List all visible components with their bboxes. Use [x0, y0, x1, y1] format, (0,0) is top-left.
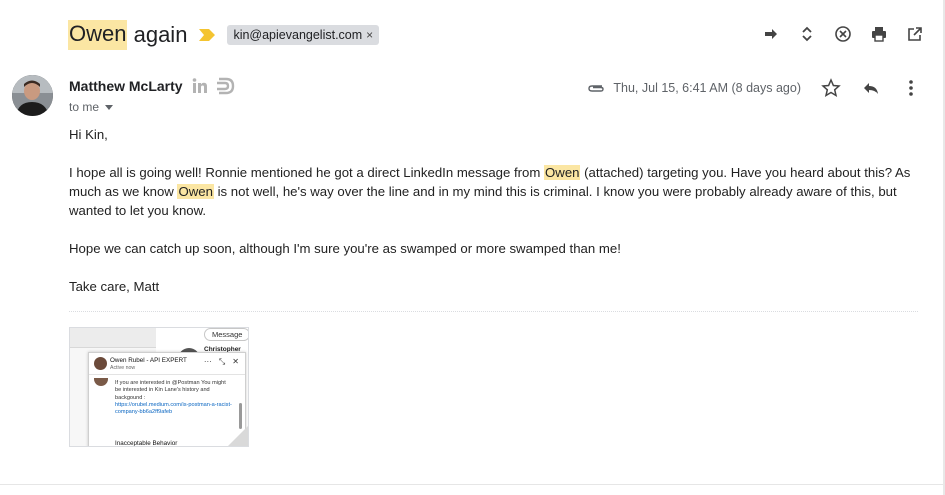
screenshot-chat-avatar	[94, 357, 107, 370]
screenshot-chat-avatar-small	[94, 378, 108, 386]
bottom-divider	[0, 484, 945, 485]
screenshot-message-button: Message	[204, 328, 248, 341]
recipient-text: to me	[69, 100, 100, 114]
label-remove-icon[interactable]: ×	[366, 28, 373, 42]
message-actions	[821, 78, 921, 98]
cancel-icon[interactable]	[833, 24, 853, 44]
screenshot-chat-status: Active now	[110, 365, 136, 371]
screenshot-chat-text: If you are interested in @Postman You mi…	[115, 380, 226, 401]
search-highlight: Owen	[544, 165, 581, 180]
attachment-icon	[588, 85, 605, 92]
star-icon[interactable]	[821, 78, 841, 98]
streak-icon[interactable]	[215, 77, 235, 95]
body-paragraph-2: Hope we can catch up soon, although I'm …	[69, 241, 621, 256]
more-options-icon[interactable]	[901, 78, 921, 98]
subject-row: Owen again kin@apievangelist.com ×	[68, 18, 380, 52]
search-highlight: Owen	[177, 184, 214, 199]
sender-row: Matthew McLarty	[69, 77, 235, 95]
sender-addon-icons	[191, 77, 235, 95]
label-chip-text: kin@apievangelist.com	[233, 28, 363, 42]
forward-all-icon[interactable]	[761, 24, 781, 44]
expand-collapse-icon[interactable]	[797, 24, 817, 44]
importance-marker-icon[interactable]	[199, 29, 216, 41]
attachment-corner-fold	[228, 426, 248, 446]
screenshot-topbar	[70, 328, 158, 348]
screenshot-chat-name: Owen Rubel - API EXPERT	[110, 357, 187, 364]
linkedin-icon[interactable]	[191, 78, 209, 94]
screenshot-chat-message: If you are interested in @Postman You mi…	[115, 380, 233, 416]
screenshot-expand-icon: ⤡	[218, 357, 226, 366]
label-chip[interactable]: kin@apievangelist.com ×	[227, 25, 380, 45]
sender-avatar[interactable]	[12, 75, 53, 116]
screenshot-chat-link: https://orubel.medium.com/is-postman-a-r…	[115, 401, 232, 416]
subject-highlight: Owen	[68, 20, 128, 50]
sender-name[interactable]: Matthew McLarty	[69, 78, 183, 94]
signoff: Take care, Matt	[69, 279, 160, 294]
screenshot-chat-window: Owen Rubel - API EXPERT Active now ··· ⤡…	[88, 352, 246, 447]
chevron-down-icon[interactable]	[105, 104, 114, 110]
thread-actions	[761, 24, 925, 44]
message-meta: Thu, Jul 15, 6:41 AM (8 days ago)	[587, 78, 921, 98]
email-subject: Owen again	[68, 20, 187, 50]
screenshot-chat-header: Owen Rubel - API EXPERT Active now ··· ⤡…	[89, 353, 245, 375]
print-icon[interactable]	[869, 24, 889, 44]
screenshot-close-icon: ✕	[232, 357, 239, 366]
message-date: Thu, Jul 15, 6:41 AM (8 days ago)	[613, 81, 801, 95]
open-in-new-window-icon[interactable]	[905, 24, 925, 44]
subject-rest: again	[127, 22, 188, 47]
attachment-divider	[69, 311, 918, 312]
body-paragraph-1: I hope all is going well! Ronnie mention…	[69, 163, 919, 220]
greeting: Hi Kin,	[69, 127, 108, 142]
attachment-thumbnail[interactable]: Message Christopher Al Owen Rubel - API …	[69, 327, 249, 447]
body-text: I hope all is going well! Ronnie mention…	[69, 165, 545, 180]
message-body: Hi Kin, I hope all is going well! Ronnie…	[69, 125, 919, 315]
screenshot-chat-controls: ··· ⤡ ✕	[204, 357, 239, 367]
recipient-details[interactable]: to me	[69, 100, 114, 114]
screenshot-more-icon: ···	[203, 357, 212, 366]
reply-icon[interactable]	[861, 78, 881, 98]
screenshot-chat-footer: Inacceptable Behavior	[115, 440, 178, 447]
